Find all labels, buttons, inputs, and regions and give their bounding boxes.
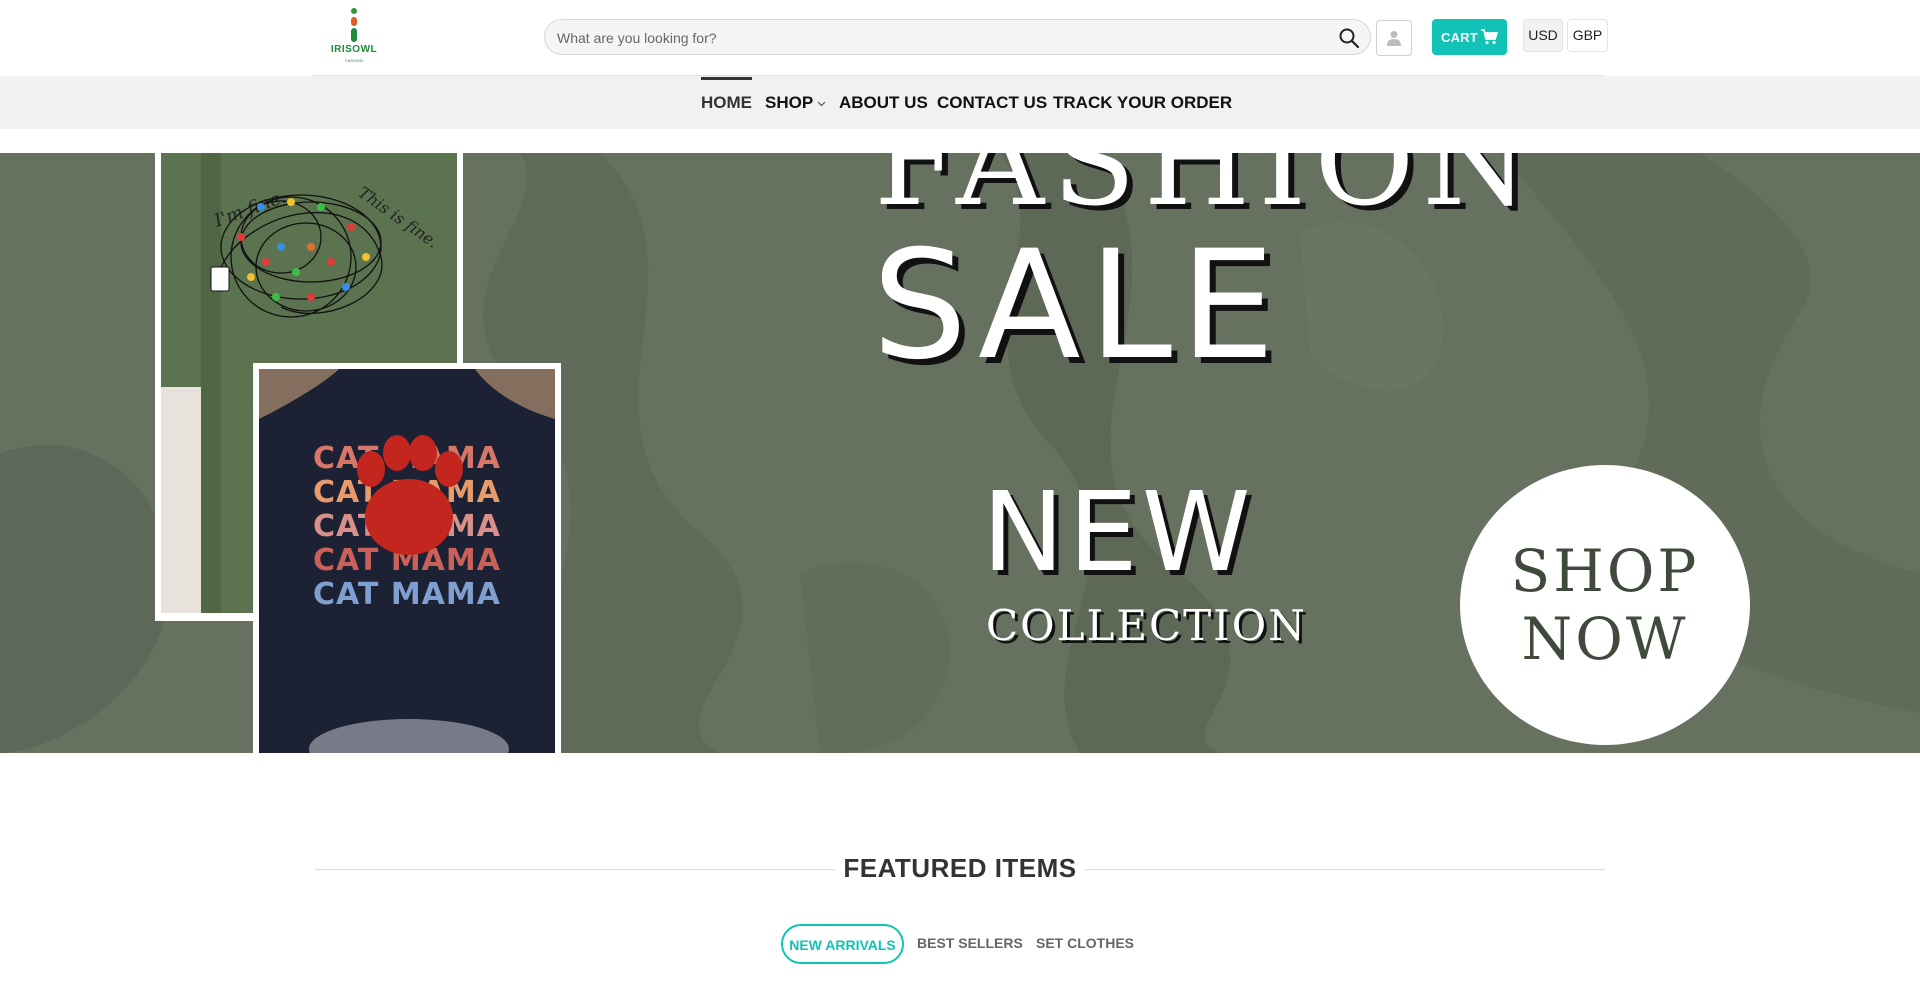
shirt-text-right: This is fine. <box>355 183 442 252</box>
nav-item-about-us[interactable]: ABOUT US <box>839 76 928 129</box>
nav-item-label: SHOP <box>765 93 814 112</box>
search-icon[interactable] <box>1338 27 1360 49</box>
logo-wordmark: IRISOWL <box>330 44 378 55</box>
tab-new-arrivals[interactable]: NEW ARRIVALS <box>781 924 904 964</box>
search-bar <box>544 19 1371 55</box>
divider <box>1085 869 1605 870</box>
shirt-text-left: I'm fine. <box>211 186 289 232</box>
nav-item-label: ABOUT US <box>839 93 928 112</box>
divider <box>315 869 835 870</box>
nav-item-track-your-order[interactable]: TRACK YOUR ORDER <box>1053 76 1232 129</box>
shop-now-button[interactable]: SHOP NOW <box>1460 465 1750 745</box>
logo-mark <box>348 8 360 42</box>
account-button[interactable] <box>1376 20 1412 56</box>
nav-item-label: HOME <box>701 93 752 112</box>
currency-gbp-button[interactable]: GBP <box>1567 19 1608 52</box>
section-title: FEATURED ITEMS <box>843 853 1077 883</box>
site-header: IRISOWL FASHION CART USD GBP <box>0 0 1920 76</box>
hero-subcaption: COLLECTION <box>986 601 1307 650</box>
cart-icon <box>1481 29 1498 45</box>
user-icon <box>1387 31 1401 46</box>
currency-usd-button[interactable]: USD <box>1523 19 1563 52</box>
main-navigation: HOME SHOP ABOUT US CONTACT US TRACK YOUR… <box>0 76 1920 129</box>
nav-item-contact-us[interactable]: CONTACT US <box>937 76 1047 129</box>
nav-item-shop[interactable]: SHOP <box>765 76 826 129</box>
site-logo[interactable]: IRISOWL FASHION <box>326 6 382 68</box>
shop-now-line1: SHOP <box>1510 537 1700 605</box>
tab-set-clothes[interactable]: SET CLOTHES <box>1036 924 1134 964</box>
chevron-down-icon <box>817 101 826 106</box>
nav-item-home[interactable]: HOME <box>701 76 752 129</box>
cart-button[interactable]: CART <box>1432 19 1507 55</box>
cart-label: CART <box>1441 30 1478 45</box>
tab-best-sellers[interactable]: BEST SELLERS <box>917 924 1023 964</box>
header-container: IRISOWL FASHION CART USD GBP <box>313 0 1608 76</box>
product-photo-cat-mama-sweatshirt: CAT MAMA CAT MAMA CAT MAMA CAT MAMA CAT … <box>253 363 561 753</box>
shop-now-line2: NOW <box>1521 605 1689 673</box>
hero-headline: SALE <box>872 219 1283 393</box>
logo-tagline: FASHION <box>345 58 363 63</box>
nav-item-label: TRACK YOUR ORDER <box>1053 93 1233 112</box>
nav-item-label: CONTACT US <box>937 93 1048 112</box>
search-input[interactable] <box>557 28 1317 48</box>
hero-subheadline: NEW <box>982 468 1255 596</box>
featured-section-header: FEATURED ITEMS <box>315 849 1605 889</box>
hero-banner[interactable]: I'm fine. This is fine. CAT CAT MAMA CAT… <box>0 153 1920 753</box>
paw-print-icon <box>259 369 555 753</box>
